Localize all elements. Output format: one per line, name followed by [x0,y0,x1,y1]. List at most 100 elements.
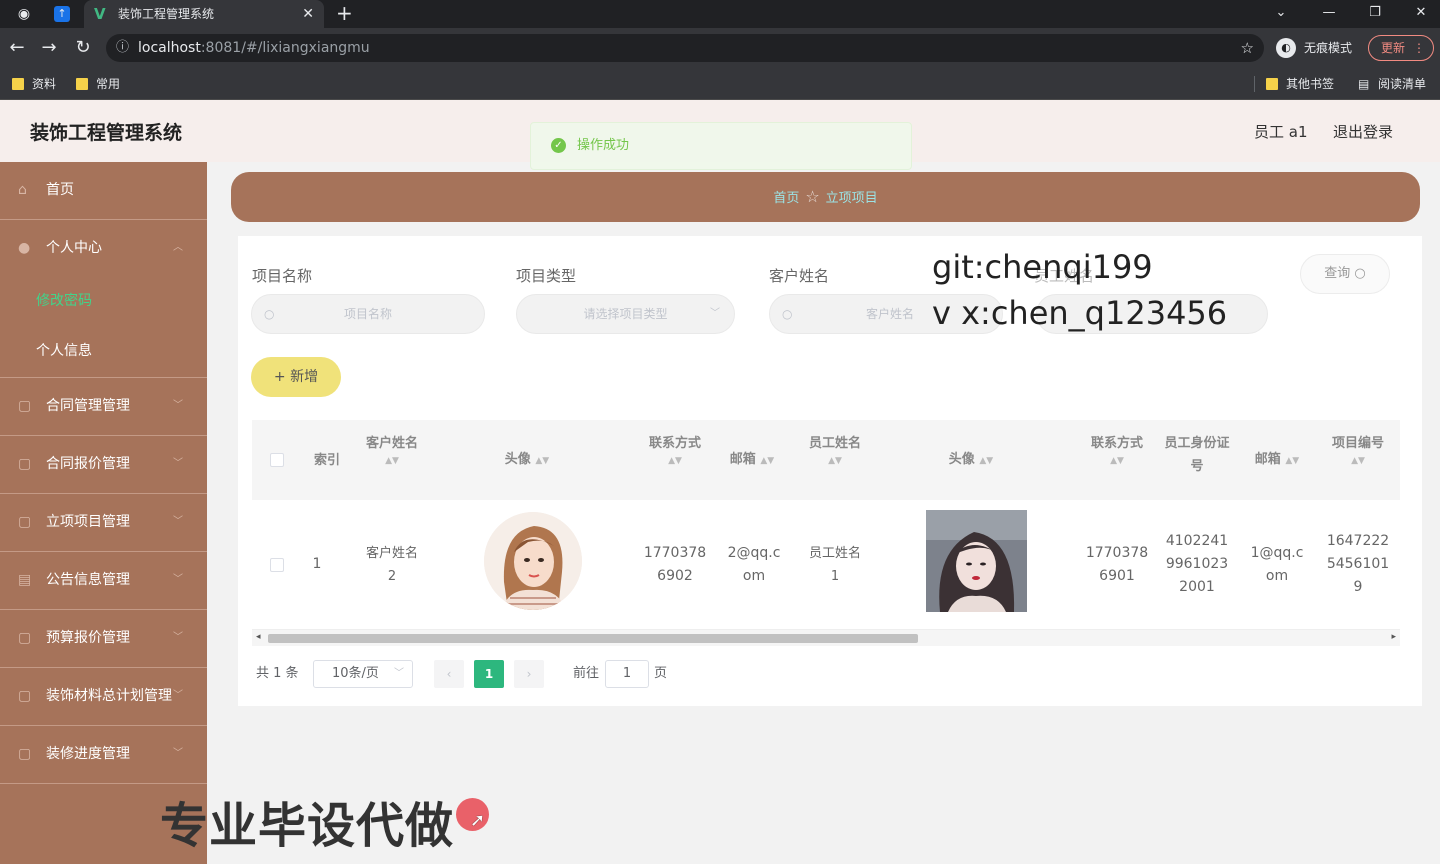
row-checkbox[interactable] [270,558,284,572]
browser-globe-icon[interactable]: ◉ [14,4,34,24]
star-icon: ☆ [805,187,820,206]
mouse-cursor-icon: ➚ [470,810,486,831]
table-header: 索引 客户姓名 ▲▼ 头像 ▲▼ 联系方式 ▲▼ 邮箱 ▲▼ 员工姓名 ▲▼ 头像 ▲… [252,420,1400,500]
column-header-customer-phone[interactable]: 联系方式 ▲▼ [640,432,710,467]
chevron-down-icon: ﹀ [173,632,183,643]
sidebar-item-contract[interactable]: ▢ 合同管理管理 ﹀ [0,378,207,436]
column-header-employee-email[interactable]: 邮箱 ▲▼ [1246,448,1308,473]
sort-icon: ▲▼ [828,456,842,466]
chevron-up-icon: ︿ [173,242,183,253]
cell-line: 1647222 [1326,533,1390,549]
sidebar-item-label: 首页 [46,182,74,198]
sidebar-item-budget[interactable]: ▢ 预算报价管理 ﹀ [0,610,207,668]
sidebar-item-progress[interactable]: ▢ 装修进度管理 ﹀ [0,726,207,784]
forward-button[interactable]: → [38,36,60,60]
next-page-button[interactable]: › [514,660,544,688]
bookmarks-divider [1254,76,1255,92]
logout-link[interactable]: 退出登录 [1333,121,1393,142]
cell-line: 1770378 [1085,545,1149,561]
current-user: 员工 a1 [1254,123,1308,141]
update-button[interactable]: 更新 ⋮ [1368,35,1434,61]
sidebar-item-personal-center[interactable]: ● 个人中心 ︿ [0,220,207,278]
update-label: 更新 [1381,41,1406,55]
column-header-label: 员工身份证号 [1164,436,1230,474]
bookmark-folder[interactable]: 常用 [74,74,120,94]
user-icon: ● [18,240,31,256]
sidebar-subitem-change-password[interactable]: 修改密码 [0,276,207,326]
extension-icon[interactable]: ↑ [54,6,70,22]
project-table: 索引 客户姓名 ▲▼ 头像 ▲▼ 联系方式 ▲▼ 邮箱 ▲▼ 员工姓名 ▲▼ 头像 ▲… [252,420,1400,646]
minimize-button[interactable]: — [1314,0,1344,28]
reload-button[interactable]: ↻ [72,36,94,60]
query-button[interactable]: 查询 ○ [1300,254,1390,294]
back-button[interactable]: ← [6,36,28,60]
column-header-employee-avatar[interactable]: 头像 ▲▼ [936,448,1006,473]
scrollbar-thumb[interactable] [268,634,918,643]
folder-icon [12,78,24,90]
promo-overlay-text: 专业毕设代做 [160,798,455,854]
column-header-employee-name[interactable]: 员工姓名 ▲▼ [798,432,872,467]
filter-label-customer-name: 客户姓名 [769,267,830,285]
bookmark-folder[interactable]: 资料 [10,74,56,94]
sidebar-item-label: 个人中心 [46,240,102,256]
tab-search-icon[interactable]: ⌄ [1266,0,1296,28]
sidebar-item-label: 合同管理管理 [46,398,130,414]
other-bookmarks-label: 其他书签 [1286,77,1335,91]
cell-employee-email: 1@qq.c om [1248,542,1306,588]
success-toast: ✓ 操作成功 [530,122,912,170]
sort-icon: ▲▼ [385,456,399,466]
notice-icon: ▤ [18,572,32,588]
cell-line: 客户姓名 [365,546,418,561]
column-header-customer-email[interactable]: 邮箱 ▲▼ [722,448,782,473]
cell-customer-name: 客户姓名 2 [360,542,424,588]
other-bookmarks[interactable]: 其他书签 [1264,74,1334,94]
prev-page-button[interactable]: ‹ [434,660,464,688]
sidebar-item-notice[interactable]: ▤ 公告信息管理 ﹀ [0,552,207,610]
select-all-checkbox[interactable] [270,453,284,467]
sidebar-item-project[interactable]: ▢ 立项项目管理 ﹀ [0,494,207,552]
sidebar-item-label: 立项项目管理 [46,514,130,530]
sidebar-item-label: 公告信息管理 [46,572,130,588]
cell-employee-phone: 1770378 6901 [1082,542,1152,588]
document-icon: ▢ [18,630,32,646]
page-size-select[interactable]: 10条/页 ﹀ [313,660,413,688]
column-header-customer-name[interactable]: 客户姓名 ▲▼ [360,432,424,467]
column-header-project-no[interactable]: 项目编号 ▲▼ [1324,432,1392,467]
new-tab-button[interactable]: + [336,0,353,28]
breadcrumb-home[interactable]: 首页 [773,191,799,206]
chevron-down-icon: ﹀ [173,516,183,527]
url-bar[interactable]: ⓘ localhost:8081/#/lixiangxiangmu ☆ [106,34,1264,62]
horizontal-scrollbar[interactable]: ◂ ▸ [252,630,1400,646]
bookmark-star-icon[interactable]: ☆ [1241,34,1254,62]
sidebar-item-contract-quote[interactable]: ▢ 合同报价管理 ﹀ [0,436,207,494]
column-header-employee-id[interactable]: 员工身份证号 [1164,432,1230,478]
scroll-left-icon[interactable]: ◂ [256,632,261,642]
add-button[interactable]: + 新增 [251,357,341,397]
cell-line: 2 [387,569,397,584]
url-path: :8081/#/lixiangxiangmu [200,40,370,56]
add-label: 新增 [290,369,319,385]
close-window-button[interactable]: ✕ [1406,0,1436,28]
sidebar-subitem-personal-info[interactable]: 个人信息 [0,326,207,378]
reading-list[interactable]: ▤ 阅读清单 [1356,74,1426,94]
incognito-indicator[interactable]: ◐ 无痕模式 [1276,34,1352,62]
sidebar-item-material[interactable]: ▢ 装饰材料总计划管理 ﹀ [0,668,207,726]
project-type-select[interactable]: 请选择项目类型 ﹀ [516,294,735,334]
column-header-label: 邮箱 [729,452,756,467]
scroll-right-icon[interactable]: ▸ [1391,632,1396,642]
column-header-employee-phone[interactable]: 联系方式 ▲▼ [1082,432,1152,467]
employee-avatar [926,510,1027,612]
cell-line: 5456101 [1326,556,1390,572]
site-info-icon[interactable]: ⓘ [116,34,129,62]
sidebar-item-home[interactable]: ⌂ 首页 [0,162,207,220]
breadcrumb-current: 立项项目 [825,191,878,206]
restore-button[interactable]: ❐ [1360,0,1390,28]
browser-tab-active[interactable]: V 装饰工程管理系统 ✕ [84,0,324,28]
page-number-button[interactable]: 1 [474,660,504,688]
plus-icon: + [273,369,286,385]
goto-page-input[interactable]: 1 [605,660,649,688]
tab-close-icon[interactable]: ✕ [302,0,314,28]
chevron-down-icon: ﹀ [173,690,183,701]
project-name-input[interactable]: ○ 项目名称 [251,294,485,334]
column-header-customer-avatar[interactable]: 头像 ▲▼ [492,448,562,473]
